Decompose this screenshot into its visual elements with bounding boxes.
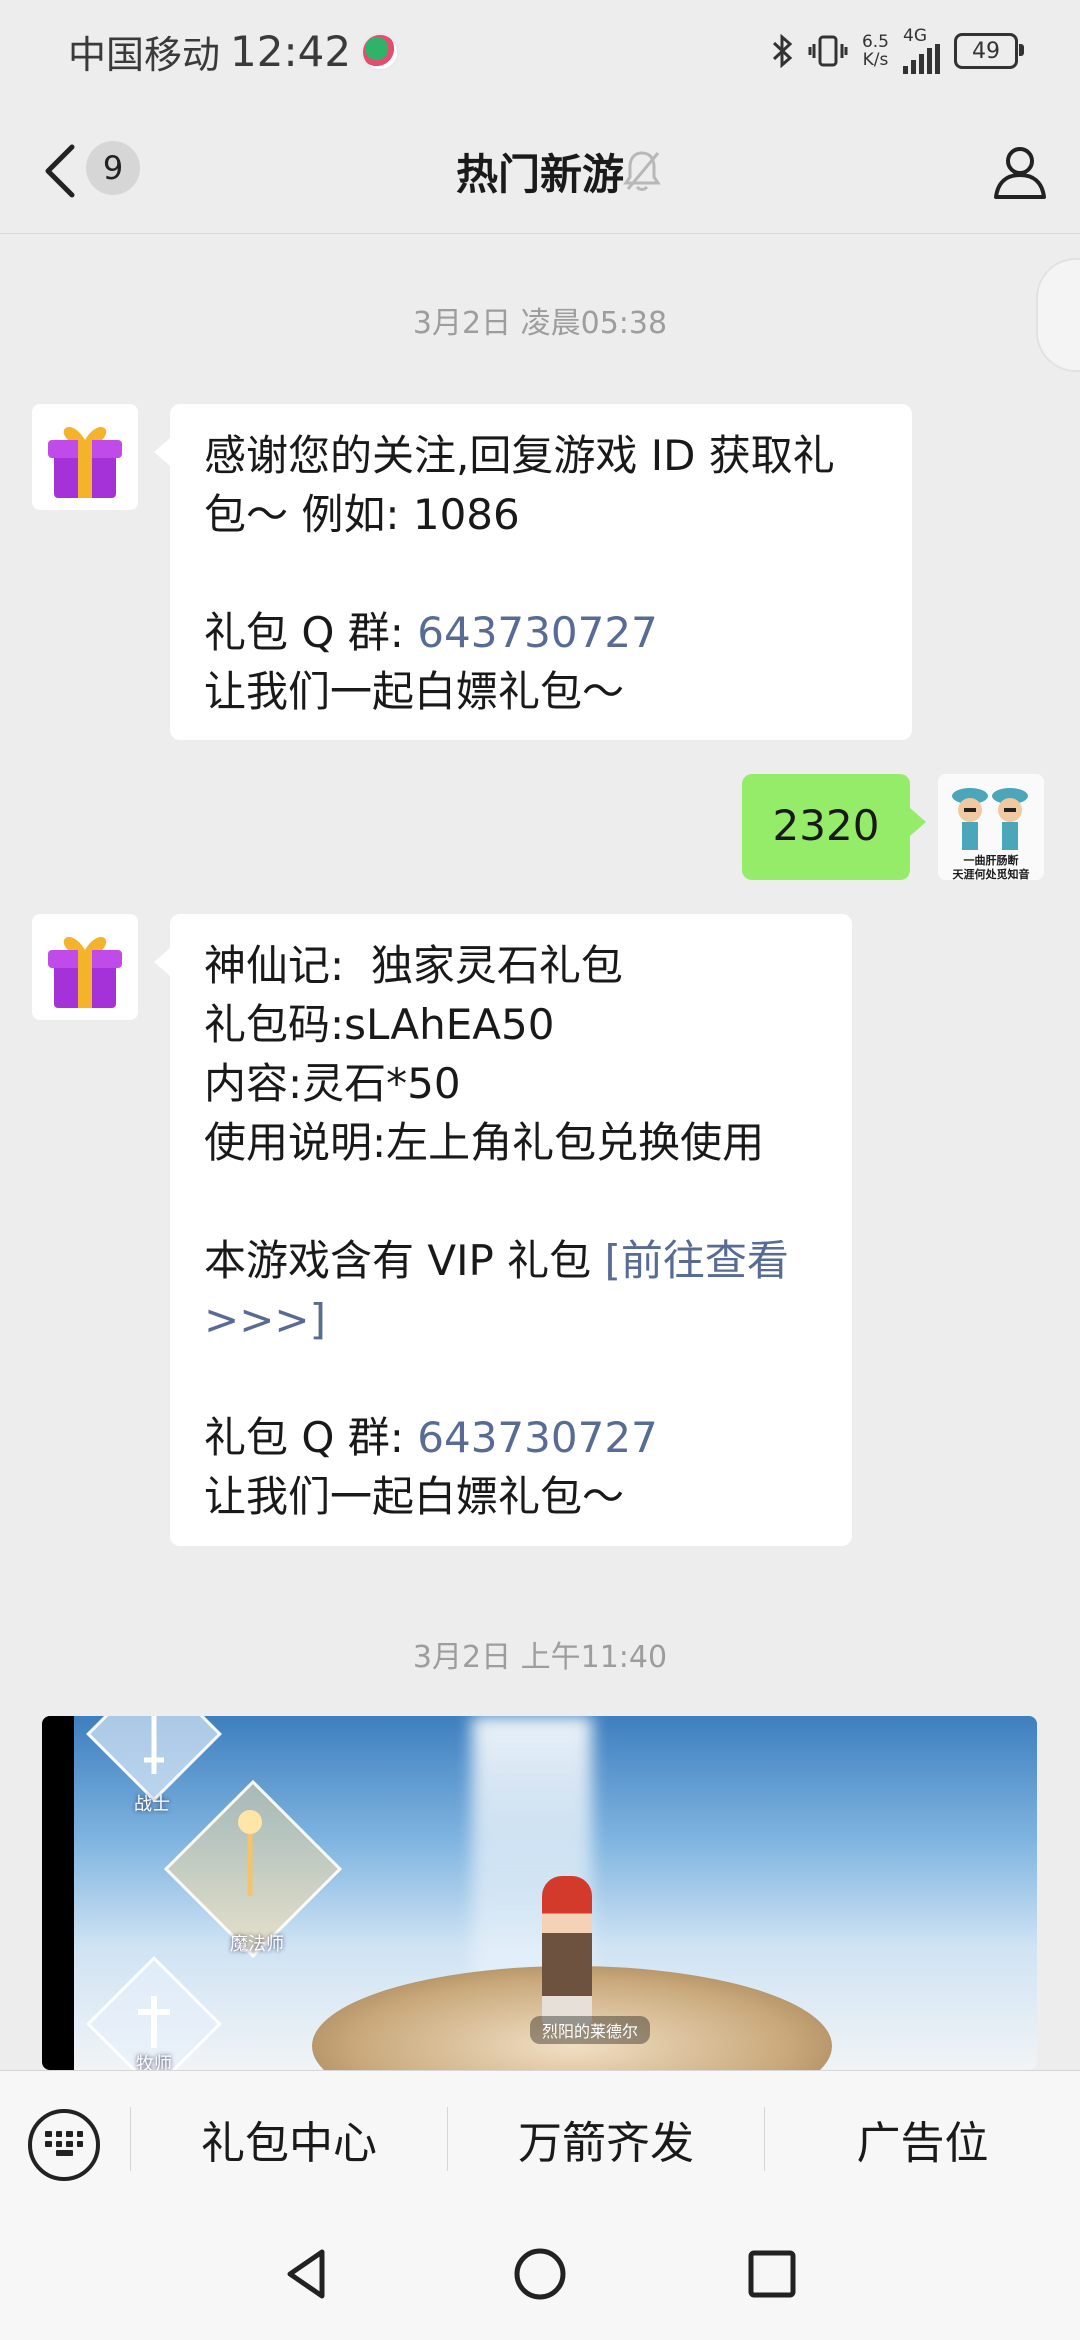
status-left: 中国移动 12:42 — [68, 24, 400, 79]
message-bubble-outgoing[interactable]: 2320 — [742, 774, 926, 880]
vibrate-icon — [808, 35, 848, 67]
system-back-icon[interactable] — [278, 2244, 338, 2304]
sword-icon — [144, 1716, 164, 1774]
message-text: 2320 — [772, 801, 880, 850]
message-bubble-incoming[interactable]: 感谢您的关注,回复游戏 ID 获取礼 包～ 例如: 1086 礼包 Q 群: 6… — [154, 404, 912, 740]
bottom-menu: 礼包中心 万箭齐发 广告位 — [0, 2070, 1080, 2207]
menu-item-label: 万箭齐发 — [518, 2118, 694, 2169]
class-label: 牧师 — [136, 2054, 172, 2070]
message-line: 感谢您的关注,回复游戏 ID 获取礼 — [204, 431, 835, 480]
class-label: 战士 — [134, 1794, 170, 1815]
staff-icon — [238, 1810, 262, 1896]
gift-box-icon — [48, 936, 122, 1008]
message-line: 让我们一起白嫖礼包～ — [204, 667, 625, 716]
message-line: 让我们一起白嫖礼包～ — [204, 1472, 625, 1521]
image-left-bar — [42, 1716, 74, 2070]
hero-character — [542, 1876, 592, 2026]
battery-level: 49 — [972, 38, 1000, 64]
qq-group-line: 礼包 Q 群: 643730727 — [204, 1408, 818, 1467]
image-message[interactable]: 战士 魔法师 牧师 烈阳的莱德尔 — [42, 1716, 1037, 2070]
clock: 12:42 — [230, 27, 352, 76]
chat-title-text: 热门新游 — [455, 150, 624, 199]
vip-link-continued[interactable]: >>>] — [204, 1290, 818, 1349]
timestamp: 3月2日 上午11:40 — [412, 1640, 668, 1675]
bluetooth-icon — [772, 34, 793, 68]
gift-box-icon — [48, 426, 122, 498]
menu-item-arrows[interactable]: 万箭齐发 — [448, 2071, 764, 2207]
class-label: 魔法师 — [230, 1934, 284, 1955]
message-line: 神仙记: 独家灵石礼包 — [204, 941, 623, 990]
system-navigation-bar — [0, 2206, 1080, 2340]
status-right: 6.5 K/s 4G 49 — [770, 28, 1024, 74]
qq-group-number-link[interactable]: 643730727 — [417, 1413, 658, 1462]
message-line: 内容:灵石*50 — [204, 1059, 461, 1108]
cell-signal: 4G — [903, 28, 940, 74]
menu-item-gift-center[interactable]: 礼包中心 — [131, 2071, 447, 2207]
cross-icon — [138, 1996, 170, 2048]
system-home-icon[interactable] — [510, 2244, 570, 2304]
qq-group-label: 礼包 Q 群: — [204, 1413, 418, 1462]
avatar-caption-2: 天涯何处觅知音 — [952, 868, 1030, 880]
gift-code-line[interactable]: 礼包码:sLAhEA50 — [204, 995, 818, 1054]
battery-icon: 49 — [954, 33, 1024, 69]
menu-item-label: 广告位 — [856, 2118, 989, 2169]
keyboard-toggle-icon[interactable] — [28, 2109, 100, 2181]
carrier-name: 中国移动 — [68, 33, 221, 77]
hero-name: 烈阳的莱德尔 — [530, 2016, 651, 2044]
vip-link[interactable]: [前往查看 — [605, 1236, 789, 1285]
qq-group-line: 礼包 Q 群: 643730727 — [204, 603, 878, 662]
signal-bars-icon — [903, 44, 940, 74]
vip-text: 本游戏含有 VIP 礼包 — [204, 1236, 605, 1285]
menu-item-ad[interactable]: 广告位 — [765, 2071, 1080, 2207]
qq-group-number-link[interactable]: 643730727 — [417, 608, 658, 657]
mute-bell-icon — [623, 151, 661, 191]
message-bubble-incoming[interactable]: 神仙记: 独家灵石礼包 礼包码:sLAhEA50 内容:灵石*50 使用说明:左… — [154, 914, 852, 1546]
chat-title: 热门新游 — [0, 141, 1080, 202]
official-account-avatar[interactable] — [32, 914, 138, 1020]
net-speed: 6.5 K/s — [862, 33, 889, 69]
message-line: 使用说明:左上角礼包兑换使用 — [204, 1118, 765, 1167]
net-speed-unit: K/s — [862, 50, 889, 70]
network-type: 4G — [903, 26, 927, 46]
chat-header: 9 热门新游 — [0, 105, 1080, 234]
qq-group-label: 礼包 Q 群: — [204, 608, 418, 657]
net-speed-value: 6.5 — [861, 32, 889, 52]
user-avatar[interactable]: 一曲肝肠断 天涯何处觅知音 — [938, 774, 1044, 880]
system-recents-icon[interactable] — [742, 2244, 802, 2304]
official-account-avatar[interactable] — [32, 404, 138, 510]
message-line: 包～ 例如: 1086 — [204, 490, 520, 539]
profile-icon[interactable] — [990, 141, 1050, 201]
carrier-app-icon — [361, 32, 400, 71]
status-bar: 中国移动 12:42 6.5 K/s 4G 49 — [0, 0, 1080, 105]
vip-line: 本游戏含有 VIP 礼包 [前往查看 — [204, 1231, 818, 1290]
timestamp: 3月2日 凌晨05:38 — [412, 306, 668, 341]
menu-item-label: 礼包中心 — [201, 2118, 377, 2169]
